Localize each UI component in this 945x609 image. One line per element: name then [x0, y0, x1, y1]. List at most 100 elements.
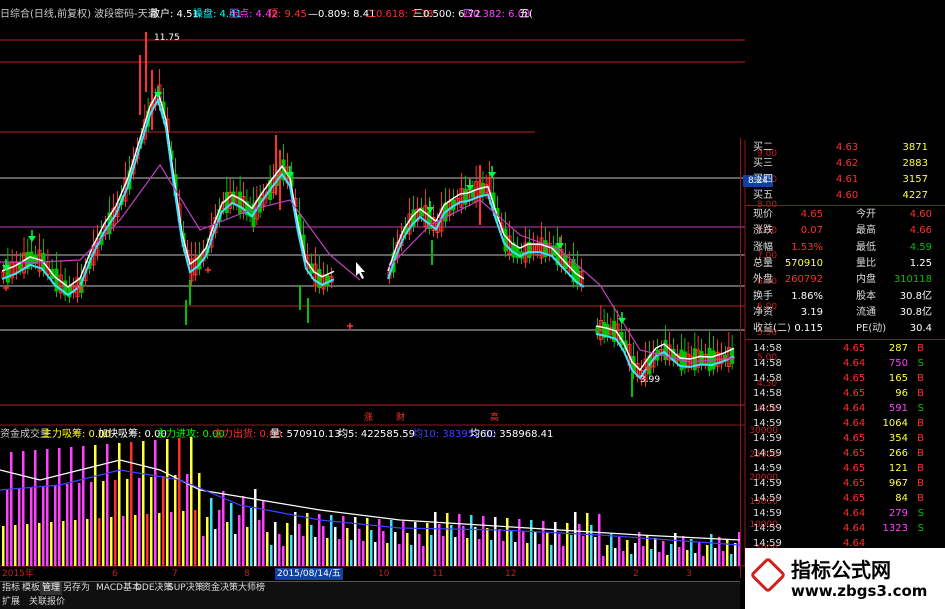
date-axis-label: 2 [633, 569, 639, 579]
tick-volume: 354 [888, 433, 908, 444]
volume-bar [202, 536, 205, 566]
volume-bar [26, 524, 29, 566]
tick-row: 14:58 4.65 287 B [748, 341, 938, 356]
candle-body [503, 228, 508, 252]
volume-bar [490, 540, 493, 566]
tick-side: S [917, 358, 924, 369]
volume-bar [238, 515, 241, 566]
tick-side: S [917, 523, 924, 534]
tick-time: 14:59 [753, 508, 782, 519]
tick-time: 14:58 [753, 373, 782, 384]
tick-price: 4.64 [843, 523, 866, 534]
tab-7[interactable]: 资金决策 [200, 582, 240, 595]
volume-bar [18, 488, 21, 566]
quote-value: 0.115 [794, 323, 823, 335]
quote-row: 换手 1.86% 股本 30.8亿 [748, 289, 938, 305]
order-book-volume: 4227 [902, 190, 928, 201]
volume-bar [566, 523, 569, 566]
tab-0[interactable]: 指标 [0, 582, 22, 595]
quote-value: 0.07 [800, 225, 823, 237]
header-value: 五( [519, 9, 533, 20]
order-book-label: 买二 [753, 142, 773, 153]
volume-bar [186, 474, 189, 566]
volume-bar [86, 519, 89, 566]
quote-row: 外盘 260792 内盘 310118 [748, 272, 938, 288]
bottom-tab-1[interactable]: 关联报价 [27, 596, 67, 609]
tick-time: 14:59 [753, 418, 782, 429]
volume-bar [358, 529, 361, 566]
tab-1[interactable]: 模板 [20, 582, 42, 595]
tab-2[interactable]: 管理 [40, 582, 63, 595]
low-price-label: 3.99 [640, 375, 660, 385]
tick-time: 14:58 [753, 388, 782, 399]
order-book-volume: 2883 [902, 158, 928, 169]
order-book-volume: 3157 [902, 174, 928, 185]
quote-value: 1.53% [791, 241, 823, 253]
order-book-row: 买四 4.61 3157 [748, 172, 938, 188]
tab-8[interactable]: 大师榜 [236, 582, 267, 595]
volume-bar [662, 541, 665, 566]
volume-bar [130, 442, 133, 566]
volume-bar [574, 512, 577, 566]
candle-body [325, 275, 330, 287]
tick-time: 14:58 [753, 358, 782, 369]
volume-bar [678, 547, 681, 566]
volume-bar [266, 532, 269, 566]
quote-label: 最高 [856, 225, 876, 237]
volume-bar [650, 549, 653, 566]
volume-bar [462, 526, 465, 566]
quote-label: 外盘 [753, 274, 773, 286]
tick-time: 14:58 [753, 343, 782, 354]
volume-bar [126, 479, 129, 566]
header-value: 顶: 9.45 [268, 9, 307, 20]
date-axis-label: 11 [432, 569, 444, 579]
date-axis-label: 2015年 [2, 569, 34, 579]
quote-row: 收益(二) 0.115 PE(动) 30.4 [748, 321, 938, 337]
volume-bar [338, 539, 341, 566]
order-book-price: 4.63 [836, 142, 859, 153]
volume-bar [194, 510, 197, 566]
tick-volume: 121 [888, 463, 908, 474]
quote-value: 4.66 [909, 225, 932, 237]
tick-volume: 279 [888, 508, 908, 519]
high-price-label: 11.75 [154, 33, 180, 43]
volume-bar [210, 498, 213, 566]
volume-bar [118, 443, 121, 566]
quote-value: 310118 [893, 274, 932, 286]
volume-bar [426, 523, 429, 566]
volume-bar [142, 441, 145, 566]
tick-side: B [917, 388, 924, 399]
volume-bar [70, 447, 73, 566]
tab-3[interactable]: 另存为 [61, 582, 92, 595]
volume-bar [702, 556, 705, 566]
quote-label: 总量 [753, 257, 773, 269]
tick-volume: 1064 [882, 418, 908, 429]
volume-bar [286, 523, 289, 566]
volume-bar [302, 536, 305, 566]
order-book-row: 买二 4.63 3871 [748, 140, 938, 156]
volume-bar [406, 533, 409, 566]
tick-row: 14:59 4.64 1064 B [748, 416, 938, 431]
volume-bar [6, 489, 9, 566]
tick-row: 14:59 4.64 591 S [748, 401, 938, 416]
quote-label: 今开 [856, 209, 876, 220]
order-book-row: 买三 4.62 2883 [748, 156, 938, 172]
volume-bar [398, 544, 401, 566]
volume-bar [362, 541, 365, 566]
volume-bar [482, 516, 485, 566]
volume-bar [706, 545, 709, 566]
bottom-tab-0[interactable]: 扩展 [0, 596, 22, 609]
volume-bar [606, 545, 609, 566]
volume-bar [658, 552, 661, 566]
volume-bar [422, 546, 425, 566]
tick-side: B [917, 343, 924, 354]
volume-bar [458, 514, 461, 566]
volume-bar [546, 533, 549, 566]
volume-bar [290, 535, 293, 566]
quote-value: 30.8亿 [899, 306, 932, 318]
tick-side: B [917, 433, 924, 444]
volume-bar [146, 514, 149, 566]
volume-bar [322, 526, 325, 566]
volume-bar [578, 524, 581, 566]
bottom-tab-bar: 扩展 关联报价 [0, 595, 740, 609]
